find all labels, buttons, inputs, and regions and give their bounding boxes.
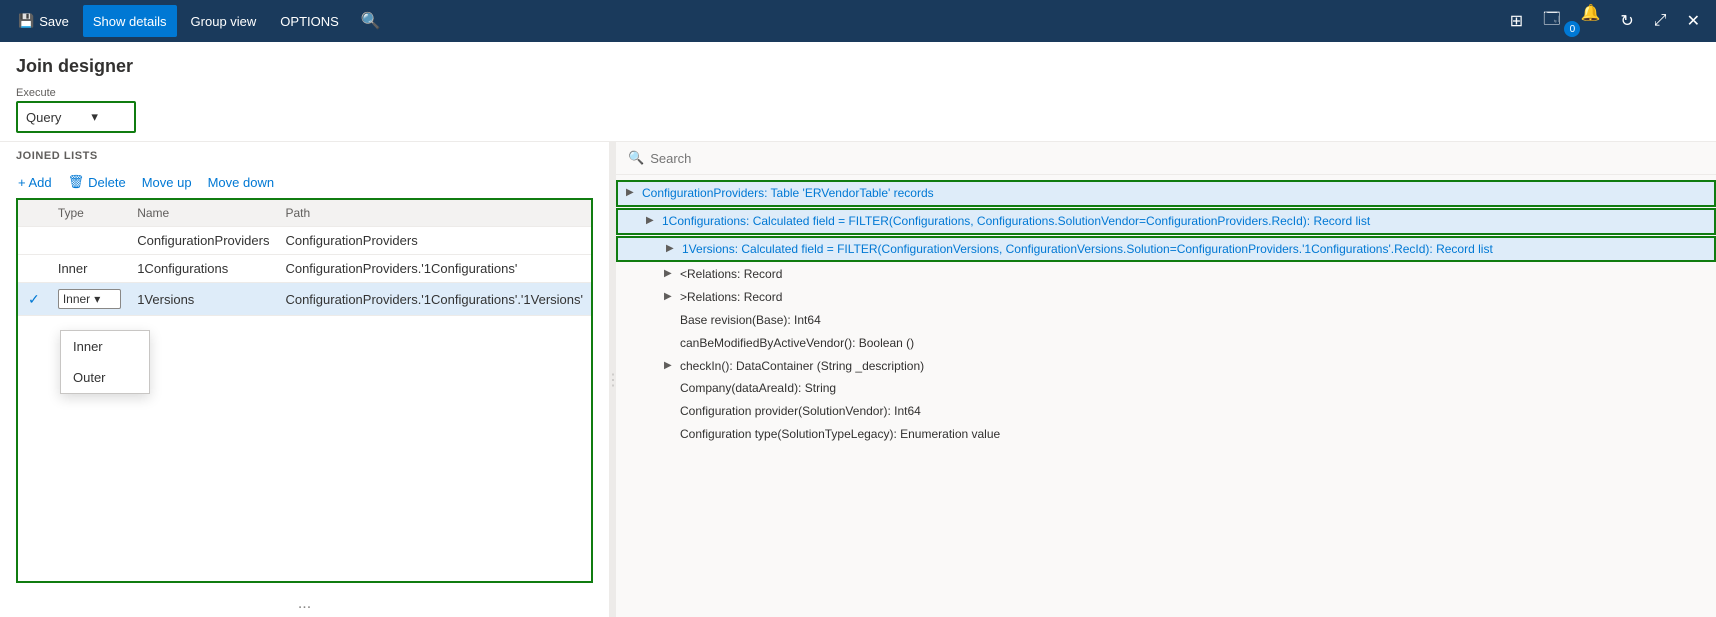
- execute-section: Execute Query ▾: [16, 87, 136, 133]
- search-bar: 🔍: [616, 142, 1716, 175]
- col-path: Path: [277, 200, 591, 227]
- execute-label: Execute: [16, 87, 136, 99]
- row1-path-cell: ConfigurationProviders: [277, 227, 591, 255]
- type-dropdown[interactable]: Inner ▾: [58, 289, 121, 309]
- tree-node[interactable]: ▶1Versions: Calculated field = FILTER(Co…: [616, 236, 1716, 263]
- table-body: ConfigurationProviders ConfigurationProv…: [18, 227, 591, 316]
- options-button[interactable]: OPTIONS: [270, 5, 349, 37]
- move-up-button[interactable]: Move up: [140, 171, 194, 194]
- left-panel: JOINED LISTS + Add 🗑 Delete Move up Move…: [0, 142, 610, 617]
- tree-node[interactable]: ▶<Relations: Record: [616, 263, 1716, 286]
- show-details-button[interactable]: Show details: [83, 5, 177, 37]
- save-button[interactable]: 💾 Save: [8, 5, 79, 37]
- row3-check-cell: ✓: [18, 283, 50, 316]
- row1-check-cell: [18, 227, 50, 255]
- type-value: Inner: [63, 292, 90, 306]
- checkmark-icon: ✓: [28, 291, 40, 307]
- expand-icon[interactable]: ▶: [664, 267, 680, 281]
- save-icon: 💾: [18, 13, 34, 29]
- content-area: JOINED LISTS + Add 🗑 Delete Move up Move…: [0, 142, 1716, 617]
- tree-node[interactable]: ▶checkIn(): DataContainer (String _descr…: [616, 355, 1716, 378]
- execute-value: Query: [26, 110, 61, 125]
- row1-name-cell: ConfigurationProviders: [129, 227, 277, 255]
- tree-node[interactable]: ▶>Relations: Record: [616, 286, 1716, 309]
- tree-node-text: Base revision(Base): Int64: [680, 312, 821, 329]
- joined-lists-table: Type Name Path ConfigurationProviders Co…: [18, 200, 591, 316]
- main-content: Join designer Execute Query ▾ JOINED LIS…: [0, 42, 1716, 617]
- dropdown-item-inner[interactable]: Inner: [61, 331, 149, 362]
- tree-node-text: >Relations: Record: [680, 289, 782, 306]
- delete-label: Delete: [88, 175, 126, 190]
- row3-path-cell: ConfigurationProviders.'1Configurations'…: [277, 283, 591, 316]
- save-label: Save: [39, 14, 69, 29]
- show-details-label: Show details: [93, 14, 167, 29]
- tree-node-text: ConfigurationProviders: Table 'ERVendorT…: [642, 185, 934, 202]
- col-name: Name: [129, 200, 277, 227]
- tree-node-text: 1Configurations: Calculated field = FILT…: [662, 213, 1370, 230]
- expand-icon[interactable]: ▶: [626, 186, 642, 200]
- table-row[interactable]: Inner 1Configurations ConfigurationProvi…: [18, 255, 591, 283]
- move-down-button[interactable]: Move down: [206, 171, 276, 194]
- tree-node[interactable]: ▶ConfigurationProviders: Table 'ERVendor…: [616, 180, 1716, 207]
- joined-lists-header: JOINED LISTS: [0, 142, 609, 166]
- table-row[interactable]: ✓ Inner ▾ 1Versions ConfigurationProvide…: [18, 283, 591, 316]
- search-input[interactable]: [650, 151, 1704, 166]
- search-toolbar-button[interactable]: 🔍: [353, 5, 389, 37]
- execute-dropdown[interactable]: Query ▾: [16, 101, 136, 133]
- tree-node[interactable]: ▶1Configurations: Calculated field = FIL…: [616, 208, 1716, 235]
- tree-node[interactable]: canBeModifiedByActiveVendor(): Boolean (…: [616, 332, 1716, 355]
- expand-icon[interactable]: ▶: [646, 214, 662, 228]
- right-panel: 🔍 ▶ConfigurationProviders: Table 'ERVend…: [616, 142, 1716, 617]
- expand-icon[interactable]: ▶: [664, 359, 680, 373]
- row2-name-cell: 1Configurations: [129, 255, 277, 283]
- maximize-button[interactable]: ⤢: [1646, 5, 1675, 37]
- trash-icon: 🗑: [68, 174, 85, 190]
- tree-node-text: 1Versions: Calculated field = FILTER(Con…: [682, 241, 1493, 258]
- toolbar: 💾 Save Show details Group view OPTIONS 🔍…: [0, 0, 1716, 42]
- tree-node[interactable]: Configuration type(SolutionTypeLegacy): …: [616, 423, 1716, 446]
- search-icon: 🔍: [628, 150, 644, 166]
- tree-node-text: Configuration provider(SolutionVendor): …: [680, 403, 921, 420]
- group-view-button[interactable]: Group view: [181, 5, 267, 37]
- tree-node-text: Configuration type(SolutionTypeLegacy): …: [680, 426, 1000, 443]
- tree-node[interactable]: Company(dataAreaId): String: [616, 377, 1716, 400]
- table-header-row: Type Name Path: [18, 200, 591, 227]
- row2-check-cell: [18, 255, 50, 283]
- col-type: Type: [50, 200, 129, 227]
- type-dropdown-popup: Inner Outer: [60, 330, 150, 394]
- row1-type-cell: [50, 227, 129, 255]
- tree-node-text: checkIn(): DataContainer (String _descri…: [680, 358, 924, 375]
- tree-node[interactable]: Base revision(Base): Int64: [616, 309, 1716, 332]
- chevron-down-icon: ▾: [91, 109, 98, 125]
- row2-type-cell: Inner: [50, 255, 129, 283]
- dropdown-item-outer[interactable]: Outer: [61, 362, 149, 393]
- tree-node-text: <Relations: Record: [680, 266, 782, 283]
- refresh-button[interactable]: ↻: [1612, 5, 1641, 37]
- delete-button[interactable]: 🗑 Delete: [66, 170, 128, 194]
- options-label: OPTIONS: [280, 14, 339, 29]
- tree-node[interactable]: Configuration provider(SolutionVendor): …: [616, 400, 1716, 423]
- grid-icon-button[interactable]: ⊞: [1502, 5, 1531, 37]
- table-container: Type Name Path ConfigurationProviders Co…: [16, 198, 593, 583]
- tree-container[interactable]: ▶ConfigurationProviders: Table 'ERVendor…: [616, 175, 1716, 617]
- col-check: [18, 200, 50, 227]
- row3-type-cell: Inner ▾: [50, 283, 129, 316]
- group-view-label: Group view: [191, 14, 257, 29]
- notification-badge: 0: [1564, 21, 1580, 37]
- table-row[interactable]: ConfigurationProviders ConfigurationProv…: [18, 227, 591, 255]
- tree-node-text: Company(dataAreaId): String: [680, 380, 836, 397]
- expand-icon[interactable]: ▶: [666, 242, 682, 256]
- chevron-down-icon: ▾: [94, 292, 100, 306]
- ellipsis: ...: [0, 591, 609, 617]
- tree-node-text: canBeModifiedByActiveVendor(): Boolean (…: [680, 335, 914, 352]
- page-title: Join designer: [16, 56, 1700, 77]
- expand-icon[interactable]: ▶: [664, 290, 680, 304]
- office-icon-button[interactable]: 🗔: [1535, 5, 1568, 37]
- add-button[interactable]: + Add: [16, 171, 54, 194]
- row3-name-cell: 1Versions: [129, 283, 277, 316]
- close-button[interactable]: ✕: [1679, 5, 1708, 37]
- row2-path-cell: ConfigurationProviders.'1Configurations': [277, 255, 591, 283]
- page-header: Join designer Execute Query ▾: [0, 42, 1716, 142]
- action-bar: + Add 🗑 Delete Move up Move down: [0, 166, 609, 198]
